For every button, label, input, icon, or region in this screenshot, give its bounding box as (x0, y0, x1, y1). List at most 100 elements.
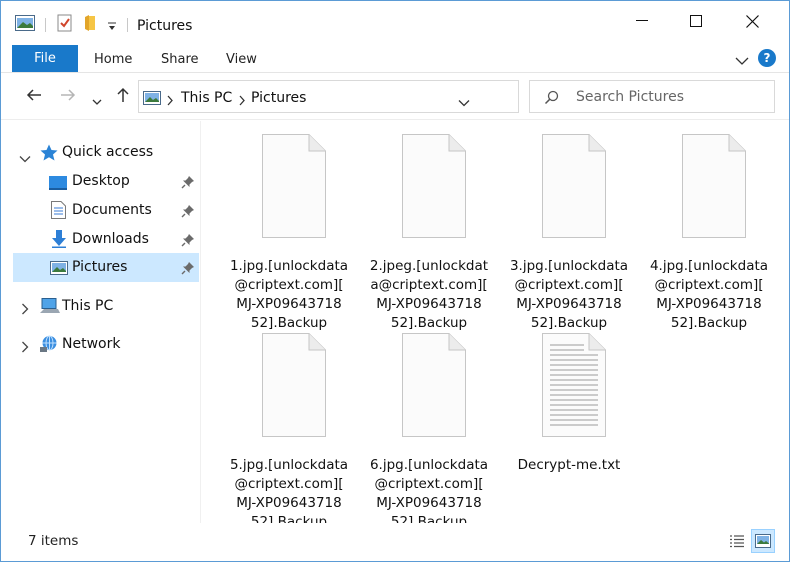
pin-icon[interactable] (181, 174, 195, 193)
sidebar-item-network[interactable]: Network (13, 330, 199, 359)
file-name: 6.jpg.[unlockdata @criptext.com][ MJ-XP0… (359, 456, 499, 532)
star-icon (40, 144, 58, 165)
file-name-line: 52].Backup (390, 315, 468, 331)
recent-locations-chevron-icon[interactable] (92, 91, 102, 110)
blank-file-icon (386, 333, 472, 443)
pictures-icon (50, 260, 68, 279)
breadcrumb-this-pc[interactable]: This PC (181, 90, 232, 106)
file-item[interactable]: 6.jpg.[unlockdata @criptext.com][ MJ-XP0… (359, 333, 499, 532)
navigation-bar: This PC Pictures (1, 74, 789, 120)
blank-file-icon (666, 134, 752, 244)
file-name-line: MJ-XP09643718 (236, 495, 342, 511)
file-name-line: 5.jpg.[unlockdata (229, 457, 349, 473)
sidebar-item-label: This PC (62, 298, 114, 314)
file-list: 1.jpg.[unlockdata @criptext.com][ MJ-XP0… (201, 121, 789, 530)
sidebar-item-quick-access[interactable]: Quick access (13, 138, 199, 167)
status-bar: 7 items (1, 523, 789, 561)
file-name-line: 6.jpg.[unlockdata (369, 457, 489, 473)
large-icons-view-button[interactable] (751, 529, 775, 553)
file-name-line: Decrypt-me.txt (517, 457, 621, 473)
file-name: 2.jpeg.[unlockdat a@criptext.com][ MJ-XP… (359, 257, 499, 333)
pin-icon[interactable] (181, 203, 195, 222)
close-icon (745, 14, 759, 28)
address-dropdown-chevron-icon[interactable] (458, 92, 470, 111)
collapse-chevron-icon[interactable] (19, 148, 31, 167)
file-item[interactable]: 4.jpg.[unlockdata @criptext.com][ MJ-XP0… (639, 134, 779, 333)
title-bar: Pictures (1, 1, 789, 41)
file-name: Decrypt-me.txt (499, 456, 639, 475)
file-name-line: 1.jpg.[unlockdata (229, 258, 349, 274)
desktop-icon (49, 175, 67, 194)
file-name-line: MJ-XP09643718 (376, 495, 482, 511)
ribbon-tabs: File Home Share View ? (1, 43, 789, 73)
close-button[interactable] (725, 1, 779, 41)
sidebar-item-downloads[interactable]: Downloads (13, 225, 199, 254)
file-name: 4.jpg.[unlockdata @criptext.com][ MJ-XP0… (639, 257, 779, 333)
maximize-button[interactable] (669, 1, 723, 41)
tab-home[interactable]: Home (94, 52, 132, 67)
file-item[interactable]: 2.jpeg.[unlockdat a@criptext.com][ MJ-XP… (359, 134, 499, 333)
file-item[interactable]: 3.jpg.[unlockdata @criptext.com][ MJ-XP0… (499, 134, 639, 333)
back-arrow-icon[interactable] (26, 87, 42, 107)
file-name: 3.jpg.[unlockdata @criptext.com][ MJ-XP0… (499, 257, 639, 333)
details-view-button[interactable] (725, 529, 749, 553)
expand-chevron-icon[interactable] (21, 300, 29, 319)
file-name-line: MJ-XP09643718 (656, 296, 762, 312)
file-name-line: @criptext.com][ (374, 476, 484, 492)
maximize-icon (690, 15, 702, 27)
search-input[interactable] (576, 87, 766, 107)
file-name-line: 2.jpeg.[unlockdat (369, 258, 489, 274)
address-bar[interactable]: This PC Pictures (138, 80, 648, 113)
forward-arrow-icon[interactable] (60, 87, 76, 107)
breadcrumb-pictures[interactable]: Pictures (251, 90, 306, 106)
sidebar-item-desktop[interactable]: Desktop (13, 167, 199, 196)
ribbon-expand-chevron-icon[interactable] (735, 51, 749, 70)
file-name-line: @criptext.com][ (654, 277, 764, 293)
computer-icon (40, 298, 60, 318)
expand-chevron-icon[interactable] (21, 338, 29, 357)
navigation-pane: Quick access Desktop Documents Downloads… (1, 121, 201, 523)
file-name-line: MJ-XP09643718 (236, 296, 342, 312)
minimize-button[interactable] (615, 1, 669, 41)
pin-icon[interactable] (181, 232, 195, 251)
blank-file-icon (386, 134, 472, 244)
breadcrumb-chevron-icon[interactable] (238, 91, 246, 110)
documents-icon (51, 201, 66, 223)
properties-icon[interactable] (57, 14, 73, 36)
file-item[interactable]: Decrypt-me.txt (499, 333, 639, 529)
tab-file[interactable]: File (12, 45, 78, 72)
file-name-line: @criptext.com][ (234, 476, 344, 492)
file-name-line: MJ-XP09643718 (376, 296, 482, 312)
breadcrumb-chevron-icon[interactable] (166, 91, 174, 110)
sidebar-item-this-pc[interactable]: This PC (13, 292, 199, 321)
sidebar-item-documents[interactable]: Documents (13, 196, 199, 225)
qat-dropdown-icon[interactable] (107, 17, 117, 36)
pin-icon[interactable] (181, 260, 195, 279)
sidebar-item-label: Documents (72, 202, 152, 218)
search-box[interactable] (529, 80, 775, 113)
tab-share[interactable]: Share (161, 52, 199, 67)
explorer-window-icon[interactable] (15, 15, 35, 35)
sidebar-item-pictures[interactable]: Pictures (13, 253, 199, 282)
network-icon (40, 335, 59, 356)
help-button[interactable]: ? (758, 49, 776, 67)
pictures-location-icon (143, 90, 161, 109)
new-folder-icon[interactable] (83, 14, 99, 36)
up-arrow-icon[interactable] (115, 87, 131, 107)
details-view-icon (730, 535, 744, 548)
file-item[interactable]: 1.jpg.[unlockdata @criptext.com][ MJ-XP0… (219, 134, 359, 333)
file-item[interactable]: 5.jpg.[unlockdata @criptext.com][ MJ-XP0… (219, 333, 359, 532)
text-file-icon (526, 333, 612, 443)
file-name-line: a@criptext.com][ (370, 277, 488, 293)
tab-view[interactable]: View (226, 52, 257, 67)
file-name: 1.jpg.[unlockdata @criptext.com][ MJ-XP0… (219, 257, 359, 333)
blank-file-icon (246, 333, 332, 443)
sidebar-item-label: Downloads (72, 231, 149, 247)
minimize-icon (636, 20, 648, 21)
item-count: 7 items (28, 533, 79, 549)
file-name-line: MJ-XP09643718 (516, 296, 622, 312)
file-name: 5.jpg.[unlockdata @criptext.com][ MJ-XP0… (219, 456, 359, 532)
file-name-line: 52].Backup (530, 315, 608, 331)
large-icons-view-icon (755, 534, 771, 548)
explorer-window: Pictures File Home Share View ? This PC … (0, 0, 790, 562)
